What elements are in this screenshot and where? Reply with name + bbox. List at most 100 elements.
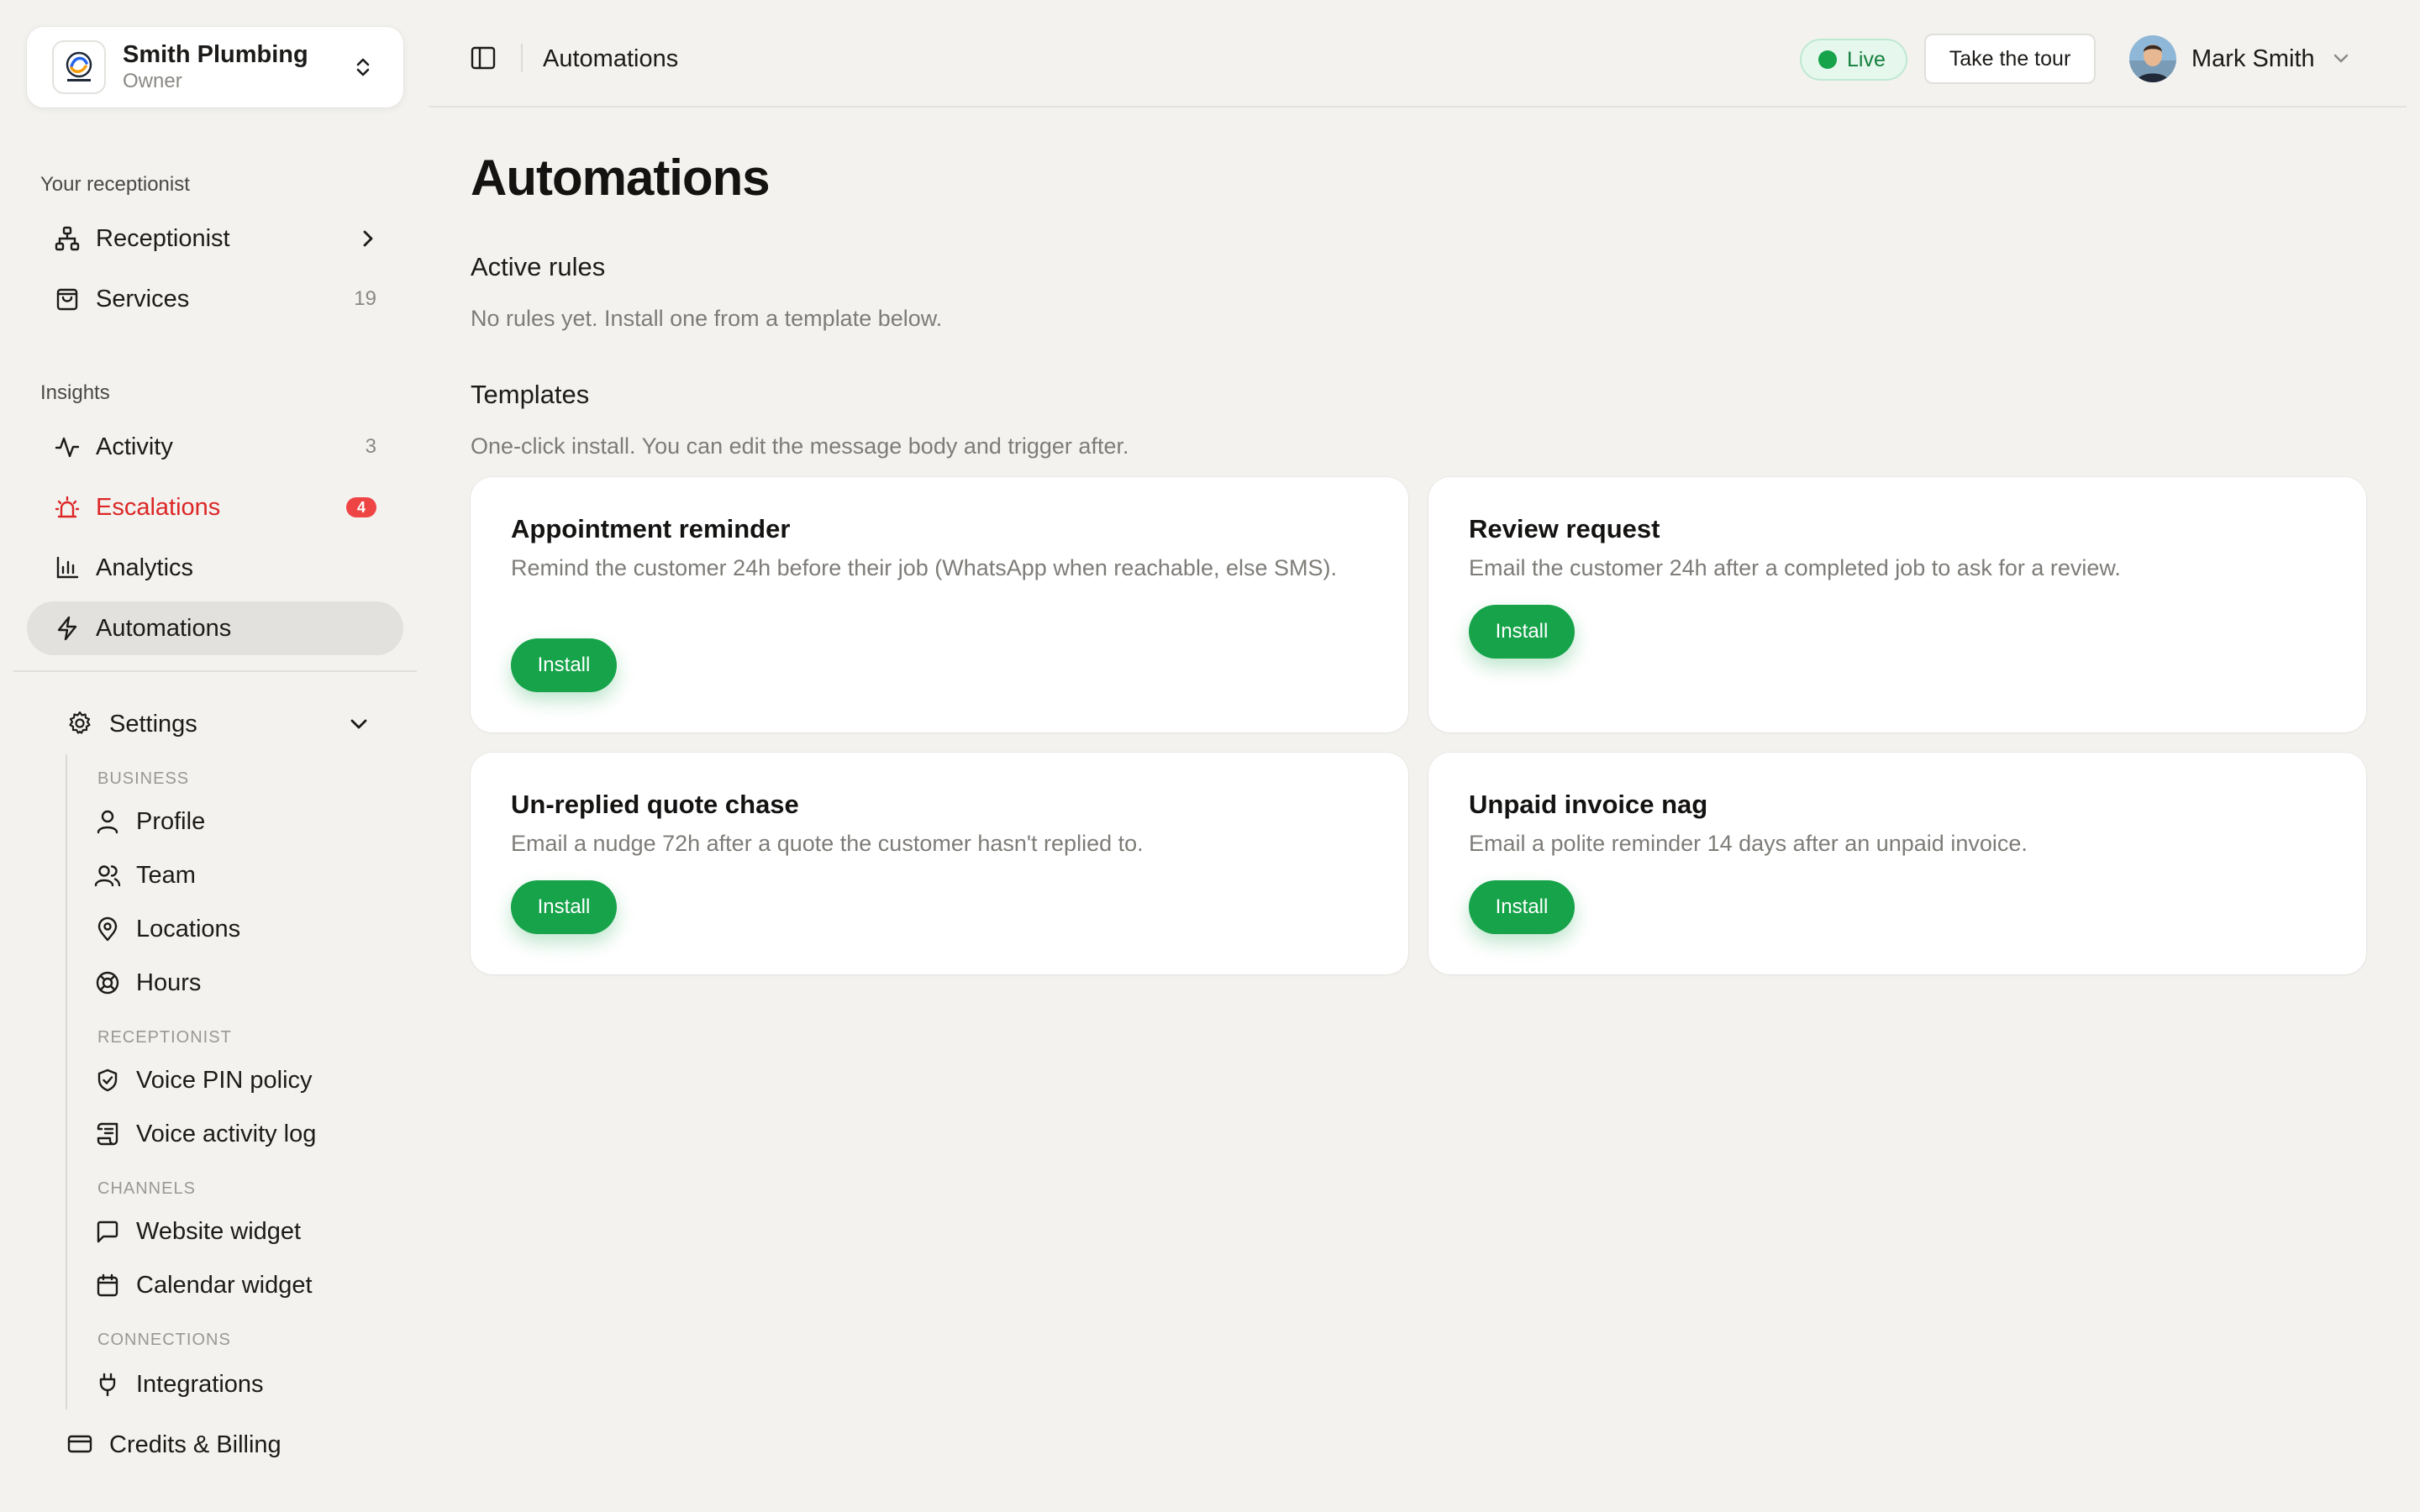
bar-chart-icon [54, 554, 81, 581]
lightning-bolt-icon [54, 615, 81, 642]
sidebar-item-services[interactable]: Services 19 [27, 272, 403, 326]
topbar-title: Automations [543, 45, 679, 72]
map-pin-icon [94, 916, 121, 942]
org-name: Smith Plumbing [123, 41, 308, 68]
page-title: Automations [471, 150, 771, 206]
template-card-quote-chase: Un-replied quote chase Email a nudge 72h… [471, 753, 1408, 974]
template-card-review-request: Review request Email the customer 24h af… [1428, 477, 2366, 732]
sidebar-toggle-icon[interactable] [469, 44, 497, 72]
app-root: Smith Plumbing Owner Your receptionist R… [0, 0, 2420, 1512]
settings-item-label: Calendar widget [136, 1271, 313, 1299]
topbar-separator [521, 44, 523, 72]
shopping-bag-icon [54, 286, 81, 312]
settings-label: Settings [109, 710, 197, 738]
user-menu[interactable]: Mark Smith [2129, 34, 2350, 84]
billing-label: Credits & Billing [109, 1431, 281, 1458]
sidebar-item-label: Activity [96, 433, 173, 460]
topbar: Automations Live Take the tour Mark Smit… [429, 0, 2407, 108]
settings-item-label: Hours [136, 969, 202, 996]
sidebar-item-escalations[interactable]: Escalations 4 [27, 480, 403, 534]
activity-count: 3 [365, 435, 376, 458]
user-name: Mark Smith [2191, 45, 2315, 72]
template-title: Review request [1469, 514, 1660, 543]
settings-group-business: BUSINESS [97, 769, 190, 788]
take-tour-button[interactable]: Take the tour [1924, 34, 2096, 84]
user-icon [94, 808, 121, 835]
chevron-right-icon [360, 228, 376, 249]
sidebar-item-label: Automations [96, 614, 232, 642]
escalations-badge: 4 [346, 497, 376, 517]
sidebar-item-label: Escalations [96, 493, 221, 521]
live-status-badge: Live [1800, 39, 1907, 81]
settings-item-label: Locations [136, 915, 241, 942]
live-dot-icon [1818, 50, 1837, 69]
settings-item-hours[interactable]: Hours [94, 963, 201, 1003]
install-button[interactable]: Install [1469, 880, 1575, 934]
template-card-appointment-reminder: Appointment reminder Remind the customer… [471, 477, 1408, 732]
settings-item-label: Website widget [136, 1217, 302, 1245]
shield-check-icon [94, 1067, 121, 1094]
templates-subtitle: One-click install. You can edit the mess… [471, 433, 1129, 459]
settings-group-channels: CHANNELS [97, 1179, 196, 1198]
message-square-icon [94, 1218, 121, 1245]
settings-item-label: Team [136, 861, 196, 889]
sidebar-item-automations[interactable]: Automations [27, 601, 403, 655]
live-label: Live [1847, 47, 1886, 71]
template-description: Email a nudge 72h after a quote the cust… [511, 831, 1144, 856]
settings-rail [66, 754, 67, 1410]
settings-item-profile[interactable]: Profile [94, 801, 205, 842]
sidebar-divider [13, 670, 417, 672]
scroll-log-icon [94, 1121, 121, 1147]
chevron-down-icon [348, 716, 370, 732]
install-button[interactable]: Install [511, 638, 617, 692]
gear-icon [67, 711, 94, 738]
settings-group-connections: CONNECTIONS [97, 1331, 231, 1349]
settings-item-voice-log[interactable]: Voice activity log [94, 1114, 316, 1154]
org-role: Owner [123, 70, 182, 92]
settings-item-label: Integrations [136, 1370, 264, 1398]
sidebar-item-label: Receptionist [96, 224, 230, 252]
active-rules-heading: Active rules [471, 252, 606, 281]
templates-heading: Templates [471, 380, 590, 409]
template-title: Appointment reminder [511, 514, 791, 543]
template-card-invoice-nag: Unpaid invoice nag Email a polite remind… [1428, 753, 2366, 974]
template-title: Un-replied quote chase [511, 790, 799, 819]
settings-item-label: Profile [136, 807, 206, 835]
company-logo-icon [52, 40, 106, 94]
settings-item-label: Voice activity log [136, 1120, 317, 1147]
activity-pulse-icon [54, 433, 81, 460]
settings-item-team[interactable]: Team [94, 855, 196, 895]
settings-item-locations[interactable]: Locations [94, 909, 240, 949]
users-icon [94, 862, 121, 889]
sidebar-item-activity[interactable]: Activity 3 [27, 420, 403, 474]
plug-icon [94, 1371, 121, 1398]
sidebar-item-receptionist[interactable]: Receptionist [27, 212, 403, 265]
siren-alarm-icon [54, 494, 81, 521]
credit-card-icon [67, 1431, 94, 1458]
sitemap-icon [54, 225, 81, 252]
active-rules-empty: No rules yet. Install one from a templat… [471, 306, 943, 331]
sidebar-item-label: Analytics [96, 554, 194, 581]
services-count: 19 [354, 287, 376, 310]
section-label-receptionist: Your receptionist [40, 173, 190, 196]
life-buoy-icon [94, 969, 121, 996]
settings-item-integrations[interactable]: Integrations [94, 1364, 264, 1404]
install-button[interactable]: Install [511, 880, 617, 934]
chevron-up-down-icon[interactable] [348, 52, 378, 82]
chevron-down-icon [2332, 52, 2350, 66]
org-switcher[interactable]: Smith Plumbing Owner [27, 27, 403, 108]
sidebar: Smith Plumbing Owner Your receptionist R… [0, 0, 420, 1512]
sidebar-item-label: Services [96, 285, 190, 312]
avatar [2129, 35, 2176, 82]
sidebar-item-billing[interactable]: Credits & Billing [67, 1425, 370, 1465]
sidebar-item-analytics[interactable]: Analytics [27, 541, 403, 595]
install-button[interactable]: Install [1469, 605, 1575, 659]
template-description: Email a polite reminder 14 days after an… [1469, 831, 2028, 856]
settings-item-calendar-widget[interactable]: Calendar widget [94, 1265, 313, 1305]
settings-item-voice-pin[interactable]: Voice PIN policy [94, 1060, 313, 1100]
settings-group-receptionist: RECEPTIONIST [97, 1028, 232, 1047]
settings-item-website-widget[interactable]: Website widget [94, 1211, 301, 1252]
settings-toggle[interactable]: Settings [67, 704, 370, 744]
template-description: Email the customer 24h after a completed… [1469, 555, 2121, 580]
template-title: Unpaid invoice nag [1469, 790, 1708, 819]
